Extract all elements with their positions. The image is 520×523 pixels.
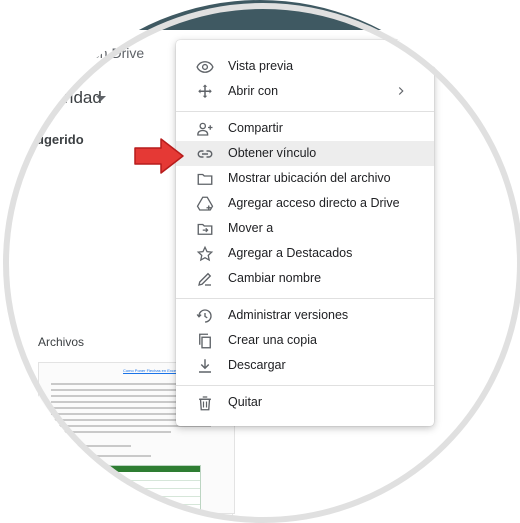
files-heading: Archivos — [38, 335, 85, 349]
annotation-arrow-icon — [132, 136, 186, 176]
browser-top-bar — [0, 0, 520, 30]
document-table-row — [70, 488, 200, 489]
menu-item-label: Descargar — [228, 358, 286, 372]
document-table-row — [70, 480, 200, 481]
menu-item-label: Compartir — [228, 121, 283, 135]
menu-item-label: Quitar — [228, 395, 263, 409]
menu-separator — [176, 298, 434, 299]
menu-item-label: Mostrar ubicación del archivo — [228, 171, 391, 185]
document-thumbnail-title: Como Poner Flechas en Excel — [123, 368, 178, 373]
menu-item-manage-versions[interactable]: Administrar versiones — [176, 303, 434, 328]
person-add-icon — [196, 120, 214, 138]
move-arrows-icon — [196, 83, 214, 101]
menu-item-label: Administrar versiones — [228, 308, 349, 322]
menu-item-move-to[interactable]: Mover a — [176, 216, 434, 241]
menu-item-label: Abrir con — [228, 84, 279, 98]
document-table-row — [70, 504, 200, 505]
document-table — [69, 465, 201, 513]
menu-item-add-shortcut[interactable]: Agregar acceso directo a Drive — [176, 191, 434, 216]
star-icon — [196, 245, 214, 263]
screenshot-frame: en Drive ridad ugerido Archivos Como Pon… — [0, 0, 520, 520]
link-icon — [196, 145, 214, 163]
menu-item-open-with[interactable]: Abrir con — [176, 79, 434, 104]
menu-item-share[interactable]: Compartir — [176, 116, 434, 141]
menu-item-add-starred[interactable]: Agregar a Destacados — [176, 241, 434, 266]
document-text-line — [51, 431, 171, 433]
menu-item-label: Agregar acceso directo a Drive — [228, 196, 400, 210]
context-menu: Vista previa Abrir con Compartir Obtener… — [176, 40, 434, 426]
pencil-icon — [196, 270, 214, 288]
document-table-header — [70, 466, 200, 472]
menu-item-label: Obtener vínculo — [228, 146, 317, 160]
menu-item-label: Agregar a Destacados — [228, 246, 353, 260]
menu-item-label: Mover a — [228, 221, 274, 235]
eye-icon — [196, 58, 214, 76]
menu-item-get-link[interactable]: Obtener vínculo — [176, 141, 434, 166]
menu-item-label: Vista previa — [228, 59, 294, 73]
priority-dropdown-caret-icon[interactable] — [96, 96, 106, 101]
menu-item-download[interactable]: Descargar — [176, 353, 434, 378]
chevron-right-icon — [394, 84, 408, 98]
menu-item-preview[interactable]: Vista previa — [176, 54, 434, 79]
document-text-line — [51, 419, 191, 421]
drive-shortcut-icon — [196, 195, 214, 213]
document-text-line — [51, 455, 151, 457]
download-icon — [196, 357, 214, 375]
menu-item-label: Cambiar nombre — [228, 271, 322, 285]
menu-separator — [176, 385, 434, 386]
menu-item-remove[interactable]: Quitar — [176, 390, 434, 415]
copy-icon — [196, 332, 214, 350]
menu-item-show-location[interactable]: Mostrar ubicación del archivo — [176, 166, 434, 191]
menu-item-label: Crear una copia — [228, 333, 317, 347]
trash-icon — [196, 394, 214, 412]
menu-item-make-copy[interactable]: Crear una copia — [176, 328, 434, 353]
history-icon — [196, 307, 214, 325]
folder-icon — [196, 170, 214, 188]
tab-drive-label[interactable]: en Drive — [92, 45, 144, 61]
document-table-row — [70, 496, 200, 497]
suggested-heading: ugerido — [36, 132, 84, 147]
menu-separator — [176, 111, 434, 112]
menu-item-rename[interactable]: Cambiar nombre — [176, 266, 434, 291]
folder-move-icon — [196, 220, 214, 238]
document-text-line — [51, 445, 131, 447]
